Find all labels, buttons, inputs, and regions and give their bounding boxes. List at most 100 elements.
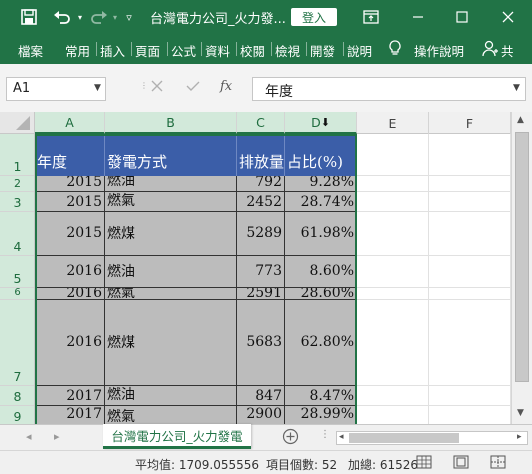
tab-help[interactable]: 說明 <box>347 41 372 60</box>
cell[interactable] <box>357 300 429 386</box>
status-count[interactable]: 項目個數: 52 <box>266 456 337 473</box>
page-layout-view-icon[interactable] <box>453 455 469 472</box>
column-header-f[interactable]: F <box>429 112 511 134</box>
scroll-up-icon[interactable]: ▲ <box>517 115 524 125</box>
tab-page-layout[interactable]: 頁面 <box>135 41 160 60</box>
sheet-tab-active[interactable]: 台灣電力公司_火力發電 <box>103 424 251 449</box>
cell[interactable] <box>429 300 511 386</box>
undo-dropdown-icon[interactable]: ▾ <box>75 6 85 28</box>
table-cell[interactable]: 2900 <box>237 406 285 424</box>
login-button[interactable]: 登入 <box>291 8 337 26</box>
expand-formula-bar-icon[interactable]: ▼ <box>513 83 520 93</box>
formula-input[interactable]: 年度 <box>252 77 526 101</box>
customize-qat-icon[interactable]: ▿ <box>122 6 136 28</box>
cancel-icon[interactable] <box>150 79 164 96</box>
vertical-scroll-thumb[interactable] <box>515 132 529 382</box>
scroll-down-icon[interactable]: ▼ <box>517 408 524 418</box>
name-box[interactable]: A1 <box>6 77 106 101</box>
cell[interactable] <box>357 176 429 192</box>
cell[interactable] <box>429 288 511 300</box>
cell[interactable] <box>429 192 511 212</box>
tab-data[interactable]: 資料 <box>205 41 230 60</box>
row-header-3[interactable]: 3 <box>0 192 34 212</box>
row-header-4[interactable]: 4 <box>0 212 34 256</box>
table-cell[interactable]: 燃油 <box>105 176 237 192</box>
table-cell[interactable]: 燃氣 <box>105 288 237 300</box>
save-icon[interactable] <box>18 6 40 28</box>
cell[interactable] <box>357 212 429 256</box>
redo-icon[interactable] <box>88 6 110 28</box>
scroll-right-icon[interactable]: ▸ <box>517 432 522 442</box>
select-all-button[interactable] <box>0 112 35 134</box>
table-cell[interactable]: 2017 <box>35 386 105 406</box>
row-header-9[interactable]: 9 <box>0 406 34 424</box>
scroll-left-icon[interactable]: ◂ <box>339 432 344 442</box>
vertical-scrollbar[interactable]: ▲ ▼ <box>511 112 532 424</box>
table-cell[interactable]: 2017 <box>35 406 105 424</box>
normal-view-icon[interactable] <box>416 455 432 472</box>
table-cell[interactable]: 燃油 <box>105 256 237 288</box>
worksheet-grid[interactable]: 年度 發電方式 排放量 占比(%) 2015 燃油 792 9.28% 2015… <box>35 134 511 424</box>
table-cell[interactable]: 9.28% <box>285 176 357 192</box>
cell[interactable] <box>357 386 429 406</box>
cell[interactable] <box>429 212 511 256</box>
header-cell-method[interactable]: 發電方式 <box>105 134 237 176</box>
tab-home[interactable]: 常用 <box>65 41 90 60</box>
cell[interactable] <box>429 256 511 288</box>
cell[interactable] <box>357 406 429 424</box>
horizontal-scroll-thumb[interactable] <box>349 433 459 443</box>
table-cell[interactable]: 燃油 <box>105 386 237 406</box>
table-cell[interactable]: 8.47% <box>285 386 357 406</box>
prev-sheet-icon[interactable]: ◂ <box>26 430 32 443</box>
column-header-d[interactable]: D ⬇ <box>285 112 357 134</box>
table-cell[interactable]: 62.80% <box>285 300 357 386</box>
name-box-dropdown-icon[interactable]: ▼ <box>94 83 101 93</box>
horizontal-scrollbar[interactable]: ◂ ▸ <box>336 431 528 445</box>
table-cell[interactable]: 燃氣 <box>105 192 237 212</box>
table-cell[interactable]: 5289 <box>237 212 285 256</box>
column-header-b[interactable]: B <box>105 112 237 134</box>
header-cell-year[interactable]: 年度 <box>35 134 105 176</box>
share-icon[interactable] <box>482 40 498 60</box>
tab-insert[interactable]: 插入 <box>100 41 125 60</box>
cell[interactable] <box>357 256 429 288</box>
row-header-2[interactable]: 2 <box>0 176 34 192</box>
row-header-1[interactable]: 1 <box>0 134 34 176</box>
close-icon[interactable] <box>497 6 519 28</box>
cell[interactable] <box>357 288 429 300</box>
table-cell[interactable]: 2015 <box>35 212 105 256</box>
header-cell-emission[interactable]: 排放量 <box>237 134 285 176</box>
table-cell[interactable]: 2016 <box>35 288 105 300</box>
row-header-6[interactable]: 6 <box>0 287 34 300</box>
status-average[interactable]: 平均值: 1709.055556 <box>135 456 259 473</box>
insert-function-icon[interactable]: fx <box>220 79 232 94</box>
tab-review[interactable]: 校閱 <box>240 41 265 60</box>
table-cell[interactable]: 61.98% <box>285 212 357 256</box>
table-cell[interactable]: 28.74% <box>285 192 357 212</box>
ribbon-display-options-icon[interactable] <box>360 6 382 28</box>
tab-file[interactable]: 檔案 <box>18 41 43 60</box>
cell[interactable] <box>357 134 429 176</box>
column-header-c[interactable]: C <box>237 112 285 134</box>
header-cell-share[interactable]: 占比(%) <box>285 134 357 176</box>
row-header-7[interactable]: 7 <box>0 300 34 386</box>
table-cell[interactable]: 28.60% <box>285 288 357 300</box>
undo-icon[interactable] <box>50 6 74 28</box>
status-sum[interactable]: 加總: 61526 <box>348 456 418 473</box>
table-cell[interactable]: 燃煤 <box>105 300 237 386</box>
table-cell[interactable]: 847 <box>237 386 285 406</box>
cell[interactable] <box>429 406 511 424</box>
minimize-icon[interactable] <box>407 6 429 28</box>
table-cell[interactable]: 2015 <box>35 176 105 192</box>
column-header-a[interactable]: A <box>35 112 105 134</box>
redo-dropdown-icon[interactable]: ▾ <box>110 6 120 28</box>
table-cell[interactable]: 2016 <box>35 300 105 386</box>
table-cell[interactable]: 2591 <box>237 288 285 300</box>
cell[interactable] <box>429 386 511 406</box>
table-cell[interactable]: 5683 <box>237 300 285 386</box>
share-button[interactable]: 共 <box>501 41 514 60</box>
table-cell[interactable]: 2016 <box>35 256 105 288</box>
page-break-view-icon[interactable] <box>490 455 506 472</box>
column-header-e[interactable]: E <box>357 112 429 134</box>
tab-formulas[interactable]: 公式 <box>171 41 196 60</box>
